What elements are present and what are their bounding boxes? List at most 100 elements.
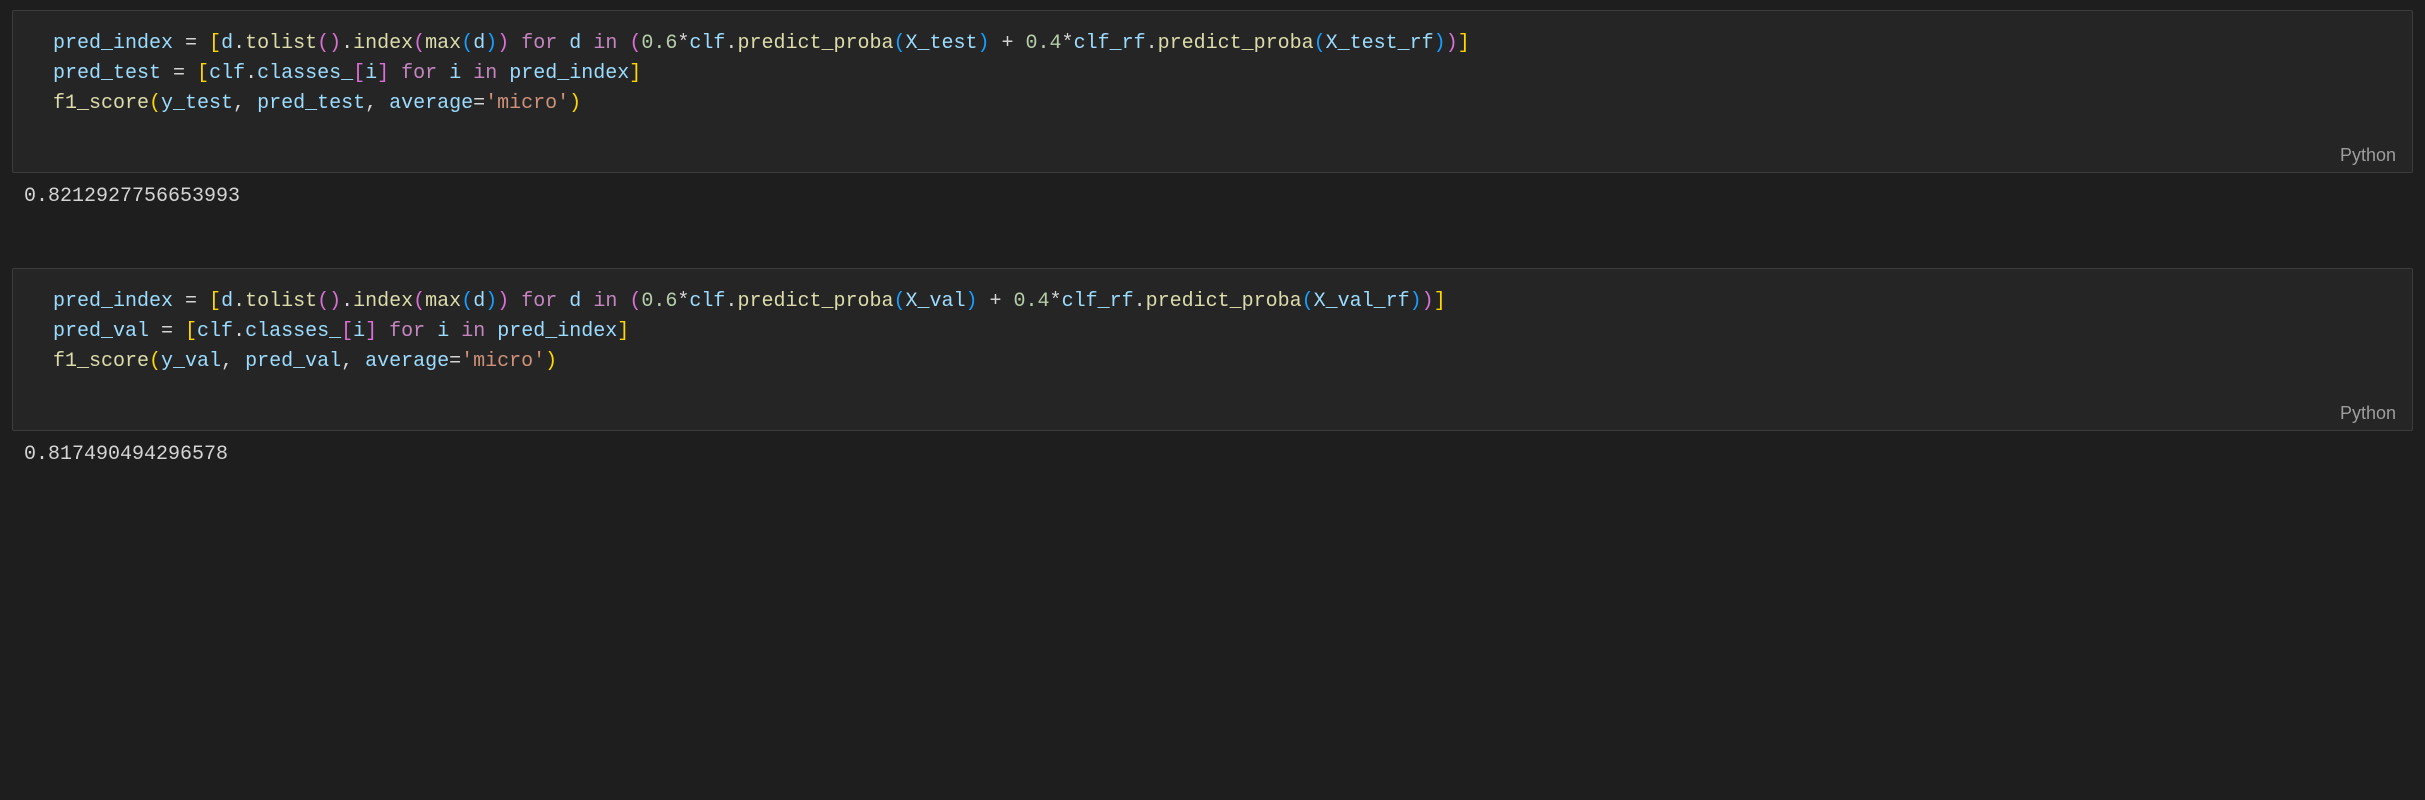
token-punc: .: [341, 290, 353, 313]
token-punc: .: [725, 290, 737, 313]
token-number: 0.4: [1014, 290, 1050, 313]
token-var: clf: [689, 32, 725, 55]
token-var: average: [389, 92, 473, 115]
token-punc: [509, 32, 521, 55]
token-bracket: (: [413, 32, 425, 55]
token-func: predict_proba: [737, 32, 893, 55]
token-bracket: ): [1422, 290, 1434, 313]
token-func: predict_proba: [1146, 290, 1302, 313]
token-bracket: ): [485, 32, 497, 55]
token-punc: [389, 62, 401, 85]
token-bracket: ]: [1434, 290, 1446, 313]
token-var: pred_index: [497, 320, 617, 343]
token-string: 'micro': [485, 92, 569, 115]
token-number: 0.6: [641, 290, 677, 313]
token-punc: [581, 32, 593, 55]
token-bracket: [: [209, 290, 221, 313]
token-bracket: (: [1314, 32, 1326, 55]
token-var: X_val: [905, 290, 965, 313]
token-keyword: for: [401, 62, 437, 85]
token-keyword: in: [473, 62, 497, 85]
code-content[interactable]: pred_index = [d.tolist().index(max(d)) f…: [13, 287, 2412, 395]
token-punc: [377, 320, 389, 343]
token-bracket: ]: [377, 62, 389, 85]
token-bracket: (: [629, 32, 641, 55]
token-punc: =: [161, 62, 197, 85]
token-var: X_test_rf: [1326, 32, 1434, 55]
token-var: i: [449, 62, 461, 85]
token-var: d: [473, 32, 485, 55]
token-punc: [617, 32, 629, 55]
token-func: predict_proba: [1158, 32, 1314, 55]
token-bracket: ): [497, 32, 509, 55]
token-var: pred_index: [509, 62, 629, 85]
token-punc: .: [233, 320, 245, 343]
token-bracket: ]: [365, 320, 377, 343]
token-var: pred_test: [53, 62, 161, 85]
token-bracket: ): [1410, 290, 1422, 313]
token-punc: .: [1134, 290, 1146, 313]
token-func: tolist: [245, 290, 317, 313]
token-keyword: for: [521, 32, 557, 55]
token-keyword: for: [389, 320, 425, 343]
token-bracket: ): [485, 290, 497, 313]
token-bracket: (: [461, 32, 473, 55]
token-number: 0.4: [1026, 32, 1062, 55]
token-punc: [461, 62, 473, 85]
token-func: index: [353, 290, 413, 313]
token-punc: =: [149, 320, 185, 343]
token-punc: ,: [233, 92, 257, 115]
token-func: f1_score: [53, 92, 149, 115]
token-punc: =: [173, 290, 209, 313]
token-bracket: ): [1434, 32, 1446, 55]
token-var: pred_index: [53, 290, 173, 313]
token-bracket: ]: [629, 62, 641, 85]
token-bracket: (: [1302, 290, 1314, 313]
token-bracket: ): [545, 350, 557, 373]
token-bracket: (: [413, 290, 425, 313]
token-number: 0.6: [641, 32, 677, 55]
token-func: max: [425, 290, 461, 313]
token-bracket: ]: [1458, 32, 1470, 55]
code-cell[interactable]: pred_index = [d.tolist().index(max(d)) f…: [12, 10, 2413, 173]
token-punc: .: [233, 290, 245, 313]
token-punc: .: [245, 62, 257, 85]
token-punc: *: [677, 290, 689, 313]
token-punc: =: [449, 350, 461, 373]
language-label[interactable]: Python: [13, 395, 2412, 430]
token-punc: [557, 32, 569, 55]
token-var: d: [221, 32, 233, 55]
token-var: clf: [209, 62, 245, 85]
token-bracket: [: [353, 62, 365, 85]
token-func: predict_proba: [737, 290, 893, 313]
token-bracket: (: [629, 290, 641, 313]
code-content[interactable]: pred_index = [d.tolist().index(max(d)) f…: [13, 29, 2412, 137]
code-cell[interactable]: pred_index = [d.tolist().index(max(d)) f…: [12, 268, 2413, 431]
token-bracket: (: [149, 92, 161, 115]
token-var: pred_test: [257, 92, 365, 115]
notebook-cell: pred_index = [d.tolist().index(max(d)) f…: [12, 268, 2413, 482]
token-punc: +: [990, 32, 1026, 55]
notebook-cell: pred_index = [d.tolist().index(max(d)) f…: [12, 10, 2413, 224]
token-punc: .: [1146, 32, 1158, 55]
token-punc: =: [173, 32, 209, 55]
token-var: d: [569, 32, 581, 55]
token-punc: .: [725, 32, 737, 55]
token-punc: [425, 320, 437, 343]
token-bracket: (: [461, 290, 473, 313]
token-bracket: ]: [617, 320, 629, 343]
token-var: pred_index: [53, 32, 173, 55]
token-func: f1_score: [53, 350, 149, 373]
token-var: pred_val: [53, 320, 149, 343]
language-label[interactable]: Python: [13, 137, 2412, 172]
token-bracket: (: [149, 350, 161, 373]
token-keyword: in: [461, 320, 485, 343]
token-punc: *: [677, 32, 689, 55]
token-bracket: ): [978, 32, 990, 55]
token-punc: ,: [221, 350, 245, 373]
token-bracket: [: [341, 320, 353, 343]
token-var: X_test: [905, 32, 977, 55]
token-punc: [437, 62, 449, 85]
token-punc: *: [1050, 290, 1062, 313]
cell-output: 0.817490494296578: [12, 431, 2413, 482]
